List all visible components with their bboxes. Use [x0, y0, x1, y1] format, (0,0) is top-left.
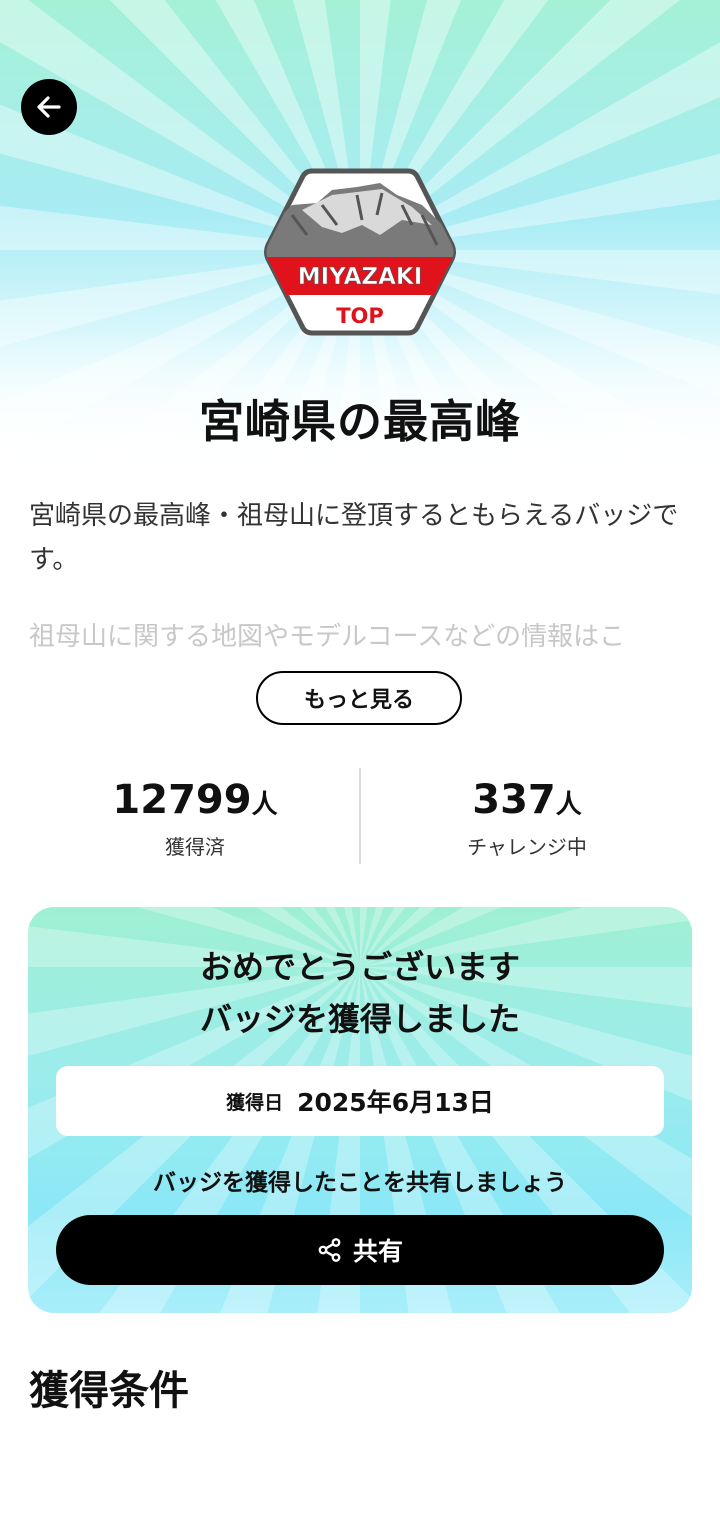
- share-button-label: 共有: [352, 1237, 403, 1266]
- acquired-date-value: 2025年6月13日: [297, 1088, 494, 1117]
- badge-line1: MIYAZAKI: [298, 264, 423, 290]
- share-button[interactable]: 共有: [56, 1215, 664, 1285]
- share-icon: [318, 1238, 341, 1262]
- congrats-line2: バッジを獲得しました: [199, 1000, 520, 1038]
- acquired-date-box: 獲得日 2025年6月13日: [56, 1066, 664, 1136]
- arrow-left-icon: [37, 96, 61, 118]
- badge-description: 宮崎県の最高峰・祖母山に登頂するともらえるバッジです。: [29, 501, 679, 575]
- page-title: 宮崎県の最高峰: [198, 395, 521, 448]
- conditions-title: 獲得条件: [29, 1368, 189, 1414]
- stat-acquired-label: 獲得済: [165, 835, 225, 859]
- stat-challenging-unit: 人: [555, 790, 582, 820]
- stat-challenging-value: 337: [472, 777, 556, 823]
- stats-divider: [359, 768, 361, 864]
- stat-acquired-unit: 人: [251, 790, 278, 820]
- badge-line2: TOP: [336, 304, 384, 328]
- congrats-card: おめでとうございます バッジを獲得しました 獲得日 2025年6月13日 バッジ…: [28, 907, 692, 1313]
- congrats-line1: おめでとうございます: [199, 948, 520, 986]
- stat-challenging: 337人 チャレンジ中: [347, 768, 707, 862]
- stat-acquired-value: 12799: [112, 777, 252, 823]
- acquired-date-label: 獲得日: [226, 1091, 284, 1114]
- show-more-button[interactable]: もっと見る: [256, 671, 462, 725]
- badge-description-faded: 祖母山に関する地図やモデルコースなどの情報はこ: [29, 622, 626, 652]
- back-button[interactable]: [21, 79, 77, 135]
- stat-challenging-label: チャレンジ中: [467, 835, 587, 859]
- badge-image: MIYAZAKI TOP: [264, 168, 456, 336]
- congrats-message: おめでとうございます バッジを獲得しました: [28, 941, 692, 1045]
- share-prompt: バッジを獲得したことを共有しましょう: [153, 1170, 567, 1196]
- stat-acquired: 12799人 獲得済: [15, 768, 375, 862]
